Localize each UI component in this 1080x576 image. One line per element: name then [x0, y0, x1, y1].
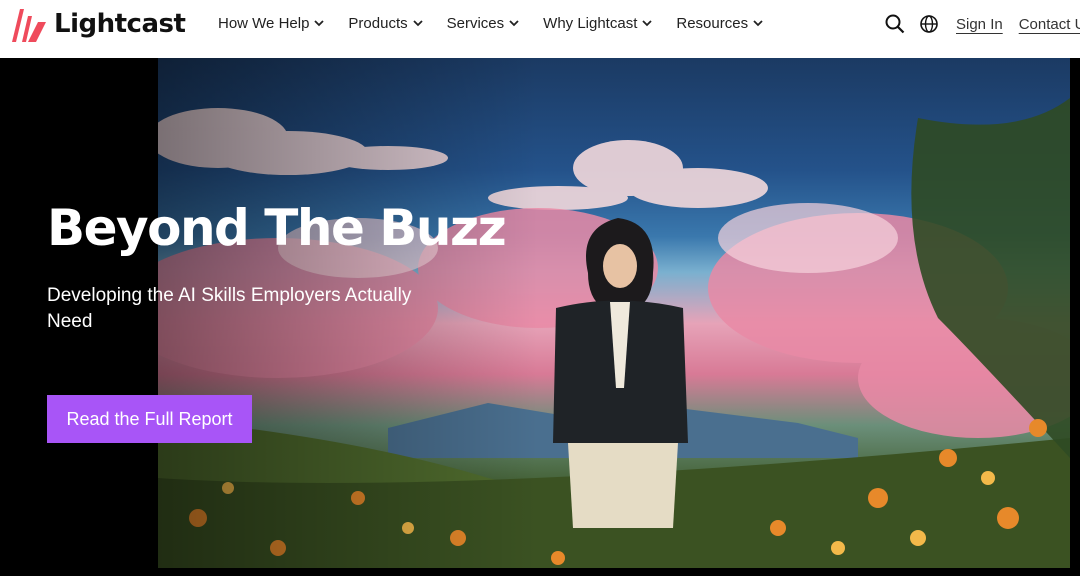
hero-title: Beyond The Buzz	[47, 199, 507, 257]
chevron-down-icon	[314, 20, 325, 27]
contact-us-link[interactable]: Contact Us	[1019, 16, 1080, 33]
sign-in-link[interactable]: Sign In	[956, 16, 1003, 33]
menu-label: Services	[446, 15, 505, 32]
menu-label: Resources	[676, 15, 749, 32]
lightcast-logo-mark-icon	[12, 9, 46, 42]
menu-how-we-help[interactable]: How We Help	[218, 15, 325, 32]
menu-label: Why Lightcast	[543, 15, 638, 32]
language-button[interactable]	[918, 13, 940, 35]
top-navigation: Lightcast How We Help Products Services …	[0, 0, 1080, 58]
nav-utilities: Sign In Contact Us	[884, 13, 1080, 35]
hero-subtitle: Developing the AI Skills Employers Actua…	[47, 285, 412, 332]
menu-products[interactable]: Products	[348, 15, 423, 32]
menu-resources[interactable]: Resources	[676, 15, 763, 32]
search-icon	[885, 14, 905, 34]
search-button[interactable]	[884, 13, 906, 35]
read-full-report-button[interactable]: Read the Full Report	[47, 395, 252, 443]
lightcast-logo[interactable]: Lightcast	[10, 6, 186, 42]
chevron-down-icon	[509, 20, 519, 27]
menu-services[interactable]: Services	[447, 15, 520, 32]
brand-name: Lightcast	[54, 9, 186, 39]
menu-why-lightcast[interactable]: Why Lightcast	[543, 15, 653, 32]
chevron-down-icon	[642, 20, 653, 27]
chevron-down-icon	[412, 20, 423, 27]
globe-icon	[920, 15, 938, 33]
chevron-down-icon	[753, 20, 763, 27]
menu-label: Products	[348, 15, 408, 32]
main-menu: How We Help Products Services Why Lightc…	[218, 15, 787, 32]
menu-label: How We Help	[218, 15, 310, 32]
hero-banner: Beyond The Buzz Developing the AI Skills…	[0, 58, 1080, 576]
